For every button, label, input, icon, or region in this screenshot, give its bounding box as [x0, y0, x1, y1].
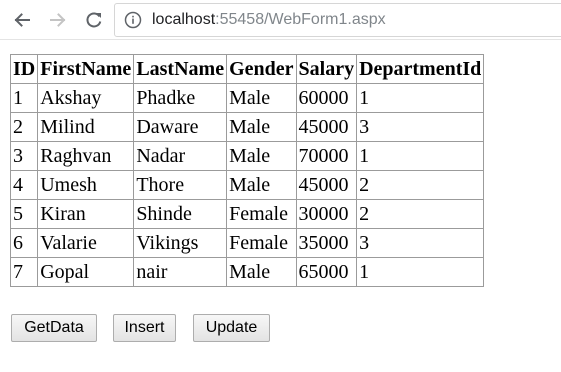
table-cell: Male [226, 257, 297, 287]
table-cell: Phadke [133, 83, 228, 113]
table-row: 7 Gopal nair Male 65000 1 [9, 257, 485, 287]
address-bar[interactable]: localhost:55458/WebForm1.aspx [114, 3, 561, 37]
table-cell: Umesh [37, 170, 135, 200]
table-cell: 3 [356, 112, 485, 142]
table-cell: 4 [9, 170, 39, 200]
table-cell: 1 [356, 257, 485, 287]
table-cell: 2 [356, 199, 485, 229]
table-cell: Nadar [133, 141, 228, 171]
table-cell: Male [226, 83, 297, 113]
table-cell: 2 [9, 112, 39, 142]
table-cell: Vikings [133, 228, 228, 258]
table-cell: Gopal [37, 257, 135, 287]
table-cell: Male [226, 141, 297, 171]
column-header: Salary [295, 54, 358, 84]
table-cell: 1 [9, 83, 39, 113]
table-cell: nair [133, 257, 228, 287]
column-header: Gender [226, 54, 297, 84]
table-row: 1 Akshay Phadke Male 60000 1 [9, 83, 485, 113]
table-cell: Shinde [133, 199, 228, 229]
table-cell: Milind [37, 112, 135, 142]
column-header: ID [9, 54, 39, 84]
reload-icon[interactable] [82, 8, 106, 32]
table-cell: 3 [9, 141, 39, 171]
table-row: 6 Valarie Vikings Female 35000 3 [9, 228, 485, 258]
table-cell: 70000 [295, 141, 358, 171]
table-row: 2 Milind Daware Male 45000 3 [9, 112, 485, 142]
table-row: 3 Raghvan Nadar Male 70000 1 [9, 141, 485, 171]
table-cell: 1 [356, 83, 485, 113]
column-header: LastName [133, 54, 228, 84]
table-row: 4 Umesh Thore Male 45000 2 [9, 170, 485, 200]
table-cell: 5 [9, 199, 39, 229]
table-cell: 60000 [295, 83, 358, 113]
column-header: DepartmentId [356, 54, 485, 84]
browser-toolbar: localhost:55458/WebForm1.aspx [0, 0, 561, 40]
table-cell: Female [226, 228, 297, 258]
table-cell: 2 [356, 170, 485, 200]
table-cell: Kiran [37, 199, 135, 229]
url-path: :55458/WebForm1.aspx [215, 11, 386, 28]
info-icon[interactable] [124, 11, 142, 29]
update-button[interactable]: Update [193, 314, 270, 342]
table-cell: Akshay [37, 83, 135, 113]
table-cell: 45000 [295, 112, 358, 142]
table-cell: Male [226, 112, 297, 142]
column-header: FirstName [37, 54, 135, 84]
table-cell: 3 [356, 228, 485, 258]
url-host: localhost [152, 11, 216, 28]
forward-arrow-icon[interactable] [46, 8, 70, 32]
back-arrow-icon[interactable] [10, 8, 34, 32]
table-cell: Daware [133, 112, 228, 142]
table-row: 5 Kiran Shinde Female 30000 2 [9, 199, 485, 229]
table-cell: 35000 [295, 228, 358, 258]
table-header-row: ID FirstName LastName Gender Salary Depa… [9, 54, 485, 84]
getdata-button[interactable]: GetData [11, 314, 97, 342]
table-cell: 6 [9, 228, 39, 258]
employee-table: ID FirstName LastName Gender Salary Depa… [9, 54, 485, 287]
table-cell: 30000 [295, 199, 358, 229]
table-cell: 7 [9, 257, 39, 287]
table-cell: Thore [133, 170, 228, 200]
insert-button[interactable]: Insert [113, 314, 176, 342]
table-cell: Valarie [37, 228, 135, 258]
table-cell: 1 [356, 141, 485, 171]
table-cell: Female [226, 199, 297, 229]
table-cell: 65000 [295, 257, 358, 287]
table-cell: Male [226, 170, 297, 200]
table-cell: 45000 [295, 170, 358, 200]
url-text[interactable]: localhost:55458/WebForm1.aspx [152, 10, 386, 30]
table-cell: Raghvan [37, 141, 135, 171]
